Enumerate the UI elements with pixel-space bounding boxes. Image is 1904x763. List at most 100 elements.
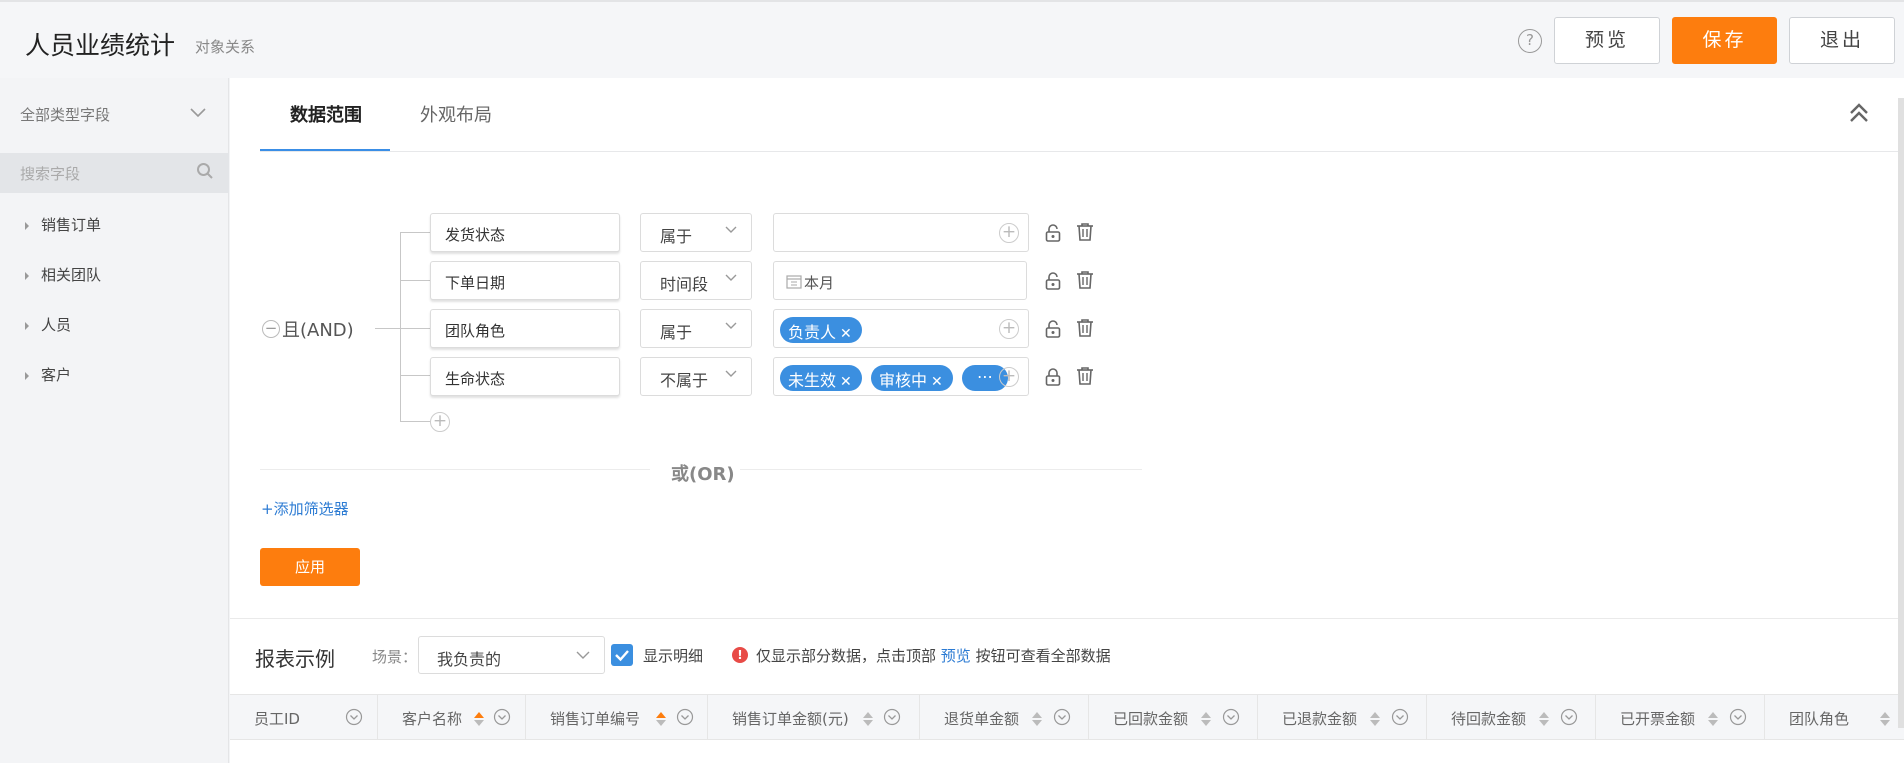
column-header[interactable]: 已回款金额 bbox=[1089, 695, 1258, 739]
lock-icon[interactable] bbox=[1043, 367, 1063, 387]
main-scrollbar[interactable] bbox=[1898, 98, 1904, 728]
exit-button[interactable]: 退出 bbox=[1789, 17, 1895, 64]
show-detail-checkbox[interactable] bbox=[611, 644, 633, 666]
filter-operator-select[interactable]: 属于 bbox=[640, 213, 752, 252]
expand-arrow-icon bbox=[25, 321, 29, 330]
add-value-icon[interactable]: + bbox=[999, 223, 1019, 243]
unlock-icon[interactable] bbox=[1043, 319, 1063, 339]
filter-field-select[interactable]: 团队角色 bbox=[430, 309, 620, 348]
trash-icon[interactable] bbox=[1075, 270, 1095, 290]
add-value-icon[interactable]: + bbox=[999, 367, 1019, 387]
chevron-down-icon bbox=[725, 274, 737, 281]
collapse-up-icon[interactable] bbox=[1847, 100, 1871, 126]
value-tag[interactable]: 审核中 ✕ bbox=[871, 365, 953, 391]
remove-tag-icon[interactable]: ✕ bbox=[840, 374, 852, 390]
trash-icon[interactable] bbox=[1075, 222, 1095, 242]
column-menu-icon[interactable] bbox=[345, 708, 363, 726]
column-menu-icon[interactable] bbox=[1053, 708, 1071, 726]
column-menu-icon[interactable] bbox=[1729, 708, 1747, 726]
filter-field-select[interactable]: 发货状态 bbox=[430, 213, 620, 252]
add-condition-icon[interactable]: + bbox=[430, 412, 450, 432]
notice-preview-link[interactable]: 预览 bbox=[941, 647, 971, 665]
column-header[interactable]: 员工ID bbox=[230, 695, 378, 739]
column-menu-icon[interactable] bbox=[676, 708, 694, 726]
chevron-down-icon bbox=[725, 370, 737, 377]
column-label: 已开票金额 bbox=[1620, 710, 1696, 728]
apply-button[interactable]: 应用 bbox=[260, 548, 360, 586]
column-menu-icon[interactable] bbox=[493, 708, 511, 726]
sort-icon[interactable] bbox=[1880, 712, 1890, 726]
collapse-group-icon[interactable]: − bbox=[262, 320, 280, 338]
tree-join-line bbox=[375, 328, 400, 329]
filter-field-select[interactable]: 下单日期 bbox=[430, 261, 620, 300]
column-menu-icon[interactable] bbox=[1222, 708, 1240, 726]
sidebar-item-sales-order[interactable]: 销售订单 bbox=[25, 214, 101, 235]
sidebar-item-label: 客户 bbox=[41, 366, 72, 384]
report-table-header: 员工ID 客户名称 销售订单编号 销售订单金额(元) 退货单金额 已回款金额 已… bbox=[230, 694, 1904, 740]
chevron-down-icon bbox=[725, 322, 737, 329]
sort-icon[interactable] bbox=[1032, 712, 1042, 726]
column-header[interactable]: 已退款金额 bbox=[1258, 695, 1427, 739]
column-menu-icon[interactable] bbox=[883, 708, 901, 726]
add-value-icon[interactable]: + bbox=[999, 319, 1019, 339]
filter-date-input[interactable]: 本月 bbox=[773, 261, 1027, 300]
filter-operator-select[interactable]: 时间段 bbox=[640, 261, 752, 300]
sidebar-item-person[interactable]: 人员 bbox=[25, 314, 71, 335]
add-filter-link[interactable]: +添加筛选器 bbox=[261, 498, 349, 519]
chevron-down-icon[interactable] bbox=[190, 108, 206, 118]
field-search[interactable]: 搜索字段 bbox=[0, 153, 229, 193]
sidebar-item-related-team[interactable]: 相关团队 bbox=[25, 264, 101, 285]
column-header[interactable]: 销售订单编号 bbox=[526, 695, 708, 739]
sort-icon[interactable] bbox=[656, 712, 666, 726]
operator-label: 属于 bbox=[660, 227, 693, 246]
filter-operator-select[interactable]: 属于 bbox=[640, 309, 752, 348]
column-header[interactable]: 退货单金额 bbox=[920, 695, 1089, 739]
column-label: 退货单金额 bbox=[944, 710, 1020, 728]
column-label: 员工ID bbox=[254, 710, 300, 728]
expand-arrow-icon bbox=[25, 271, 29, 280]
remove-tag-icon[interactable]: ✕ bbox=[931, 374, 943, 390]
column-header[interactable]: 团队角色 bbox=[1765, 695, 1904, 739]
tab-data-range[interactable]: 数据范围 bbox=[290, 101, 362, 127]
sidebar-item-customer[interactable]: 客户 bbox=[25, 364, 71, 385]
unlock-icon[interactable] bbox=[1043, 223, 1063, 243]
sort-icon[interactable] bbox=[1708, 712, 1718, 726]
sort-icon[interactable] bbox=[863, 712, 873, 726]
trash-icon[interactable] bbox=[1075, 366, 1095, 386]
search-icon[interactable] bbox=[196, 162, 214, 180]
column-header[interactable]: 待回款金额 bbox=[1427, 695, 1596, 739]
tree-branch bbox=[400, 375, 430, 376]
or-divider-left bbox=[260, 469, 650, 470]
sort-icon[interactable] bbox=[1539, 712, 1549, 726]
show-detail-label: 显示明细 bbox=[643, 647, 704, 665]
and-group-label: 且(AND) bbox=[282, 320, 354, 341]
sort-icon[interactable] bbox=[1370, 712, 1380, 726]
value-tag[interactable]: 负责人 ✕ bbox=[780, 317, 862, 343]
tree-branch bbox=[400, 232, 430, 233]
field-type-select[interactable]: 全部类型字段 bbox=[20, 104, 110, 125]
column-header[interactable]: 客户名称 bbox=[378, 695, 526, 739]
help-icon[interactable]: ? bbox=[1518, 29, 1542, 53]
column-header[interactable]: 已开票金额 bbox=[1596, 695, 1765, 739]
sort-icon[interactable] bbox=[474, 712, 484, 726]
scene-select[interactable]: 我负责的 bbox=[418, 636, 605, 674]
sort-icon[interactable] bbox=[1201, 712, 1211, 726]
filter-value-tags[interactable]: 未生效 ✕ 审核中 ✕ ⋯ + bbox=[773, 357, 1029, 396]
sidebar-item-label: 人员 bbox=[41, 316, 72, 334]
column-menu-icon[interactable] bbox=[1560, 708, 1578, 726]
tree-branch bbox=[400, 328, 430, 329]
unlock-icon[interactable] bbox=[1043, 271, 1063, 291]
save-button[interactable]: 保存 bbox=[1672, 17, 1777, 64]
column-menu-icon[interactable] bbox=[1391, 708, 1409, 726]
filter-value-input[interactable]: + bbox=[773, 213, 1029, 252]
column-label: 待回款金额 bbox=[1451, 710, 1527, 728]
tab-appearance-layout[interactable]: 外观布局 bbox=[420, 101, 492, 127]
trash-icon[interactable] bbox=[1075, 318, 1095, 338]
value-tag[interactable]: 未生效 ✕ bbox=[780, 365, 862, 391]
filter-operator-select[interactable]: 不属于 bbox=[640, 357, 752, 396]
column-header[interactable]: 销售订单金额(元) bbox=[708, 695, 920, 739]
remove-tag-icon[interactable]: ✕ bbox=[840, 326, 852, 342]
filter-field-select[interactable]: 生命状态 bbox=[430, 357, 620, 396]
preview-button[interactable]: 预览 bbox=[1554, 17, 1660, 64]
filter-value-tags[interactable]: 负责人 ✕ + bbox=[773, 309, 1029, 348]
